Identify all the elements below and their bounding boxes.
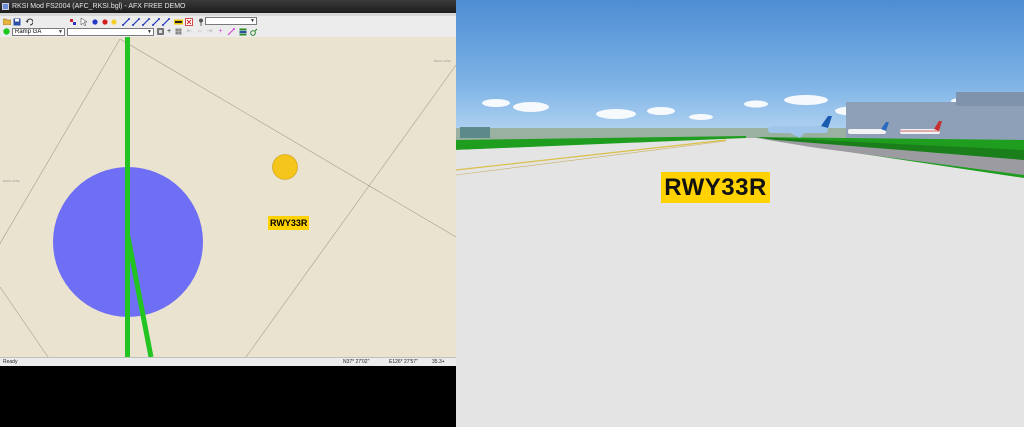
map-drawing[interactable] <box>0 37 456 357</box>
runway-sign-label[interactable]: RWY33R <box>268 216 310 230</box>
align-right-icon[interactable]: ⇥ <box>205 27 214 36</box>
status-longitude: E126* 27'57" <box>389 359 418 365</box>
terminal-building <box>846 102 1024 142</box>
flight-sim-view: RWY33R <box>456 0 1024 427</box>
draw-runway-path-icon[interactable] <box>141 17 150 26</box>
save-icon[interactable] <box>12 17 21 26</box>
airport-editor-window: RKSI Mod FS2004 (AFC_RKSI.bgl) - AFX FRE… <box>0 0 456 427</box>
draw-taxiway-icon[interactable] <box>131 17 140 26</box>
grid-icon[interactable] <box>174 27 183 36</box>
status-bar: Ready N37* 27'02" E126* 27'57" 35.3+ <box>0 357 456 366</box>
select-pointer-icon[interactable] <box>79 17 88 26</box>
status-latitude: N37* 27'02" <box>343 359 370 365</box>
background-image-icon[interactable] <box>156 27 165 36</box>
app-icon <box>2 3 9 10</box>
properties-pin-icon[interactable] <box>196 17 205 26</box>
rotate-icon[interactable] <box>249 27 258 36</box>
chevron-down-icon: ▼ <box>58 29 63 35</box>
object-select[interactable]: ▼ <box>205 17 257 25</box>
map-tiny-label: BGKP 2FSE <box>434 59 451 63</box>
filter-select[interactable]: ▼ <box>67 28 154 36</box>
chevron-down-icon: ▼ <box>250 18 255 24</box>
parking-type-select[interactable]: Ramp GA ▼ <box>12 28 65 36</box>
add-parking-icon[interactable] <box>91 17 99 26</box>
add-vor-icon[interactable] <box>110 17 118 26</box>
add-point-icon[interactable]: + <box>216 27 225 36</box>
draw-path-icon[interactable] <box>121 17 130 26</box>
status-ready: Ready <box>3 359 18 365</box>
window-title: RKSI Mod FS2004 (AFC_RKSI.bgl) - AFX FRE… <box>12 3 186 10</box>
terminal-roof <box>956 92 1024 106</box>
map-tiny-label: BGKP 2FSE <box>3 179 20 183</box>
sim-scene <box>456 0 1024 427</box>
delete-object-icon[interactable] <box>184 17 193 26</box>
runway-sign-3d: RWY33R <box>661 172 770 203</box>
undo-icon[interactable] <box>24 17 33 26</box>
draw-vehicle-path-icon[interactable] <box>151 17 160 26</box>
draw-closed-path-icon[interactable] <box>161 17 170 26</box>
airport-map-canvas[interactable]: BGKP 2FSE BGKP 2FSE RWY33R <box>0 37 456 357</box>
measure-icon[interactable] <box>226 27 235 36</box>
building <box>460 127 490 138</box>
layers-icon[interactable] <box>238 27 247 36</box>
chevron-down-icon: ▼ <box>147 29 152 35</box>
boundary-line <box>245 64 456 357</box>
open-folder-icon[interactable] <box>2 17 11 26</box>
add-node-icon[interactable] <box>101 17 109 26</box>
zoom-in-icon[interactable]: + <box>165 27 173 36</box>
link-objects-icon[interactable] <box>68 17 77 26</box>
align-left-icon[interactable]: ⇤ <box>185 27 194 36</box>
status-zoom: 35.3+ <box>432 359 445 365</box>
title-bar: RKSI Mod FS2004 (AFC_RKSI.bgl) - AFX FRE… <box>0 0 456 13</box>
boundary-line <box>0 286 49 357</box>
runway-sign-icon[interactable] <box>173 17 183 26</box>
align-center-icon[interactable]: ⇔ <box>195 27 204 36</box>
vor-circle[interactable] <box>272 154 298 180</box>
status-ok-icon <box>2 27 11 36</box>
